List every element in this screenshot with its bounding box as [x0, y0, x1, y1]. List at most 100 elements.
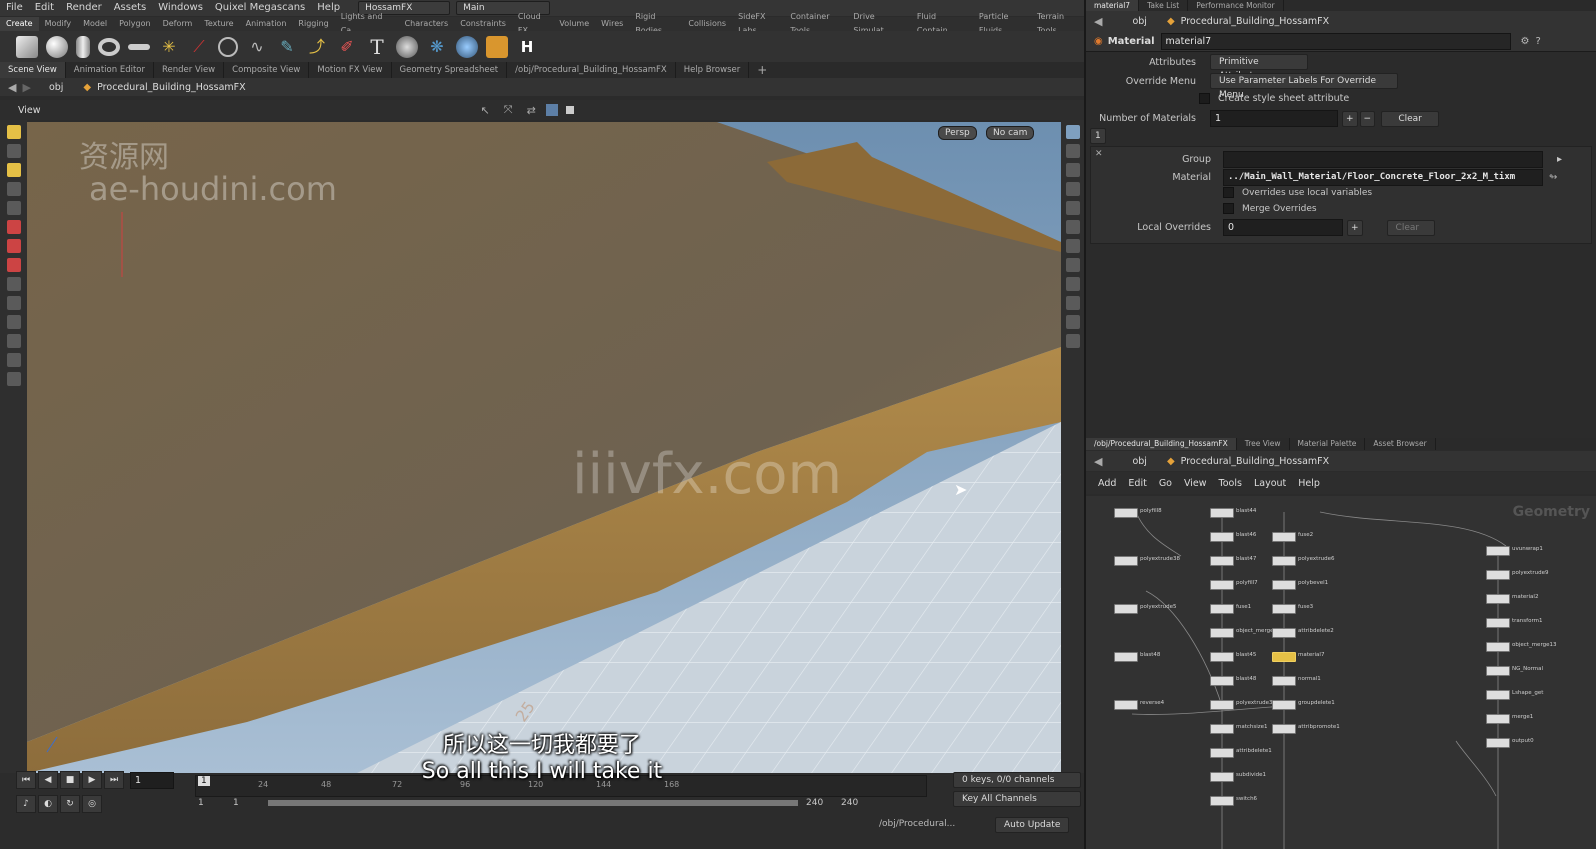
select-mode-icon[interactable]: ↖	[481, 104, 490, 117]
node-chooser-icon[interactable]: ↬	[1549, 172, 1557, 183]
shelf-tab[interactable]: Animation	[240, 17, 293, 31]
node-name-field[interactable]: material7	[1160, 32, 1511, 50]
remove-material-icon[interactable]: −	[1359, 110, 1376, 127]
network-node[interactable]	[1272, 556, 1296, 566]
network-node[interactable]	[1272, 652, 1296, 662]
network-node[interactable]	[1210, 772, 1234, 782]
torus-tool-icon[interactable]	[98, 37, 120, 56]
forward-arrow-icon[interactable]: ▶	[22, 81, 30, 94]
tab-parameters[interactable]: material7	[1086, 0, 1140, 11]
network-node[interactable]	[1486, 570, 1510, 580]
handle-tool-icon[interactable]	[6, 163, 21, 177]
grid-tool-icon[interactable]	[128, 43, 150, 50]
grid-snap-icon[interactable]	[6, 296, 21, 310]
transform-icon[interactable]: ⤧	[504, 103, 513, 117]
scene-viewport[interactable]: Persp No cam 25 资源网 ae-houdini.com iiivf…	[27, 122, 1061, 773]
group-field[interactable]	[1223, 151, 1543, 168]
network-node[interactable]	[1210, 652, 1234, 662]
attributes-dropdown[interactable]: Primitive Attributes	[1210, 54, 1308, 81]
network-node[interactable]	[1272, 628, 1296, 638]
display-options-icon[interactable]	[1065, 125, 1080, 139]
network-node[interactable]	[1114, 604, 1138, 614]
lock-camera-icon[interactable]	[1065, 163, 1080, 177]
magnet-icon[interactable]	[6, 334, 21, 348]
point-display-icon[interactable]	[1065, 258, 1080, 272]
path-tool-icon[interactable]: ⤴	[306, 36, 328, 58]
shelf-tab[interactable]: Volume	[553, 17, 595, 31]
snapshot-icon[interactable]	[1065, 315, 1080, 329]
network-node[interactable]	[1114, 652, 1138, 662]
auto-update-button[interactable]: Auto Update	[995, 817, 1070, 833]
local-overrides-field[interactable]: 0	[1223, 219, 1343, 236]
network-menu-layout[interactable]: Layout	[1248, 478, 1292, 489]
view-tool-icon[interactable]	[6, 353, 21, 367]
network-path-root[interactable]: obj	[1126, 456, 1152, 467]
obj-path-label[interactable]: /obj/Procedural...	[879, 819, 955, 829]
tab-tree-view[interactable]: Tree View	[1237, 438, 1290, 450]
network-node[interactable]	[1486, 618, 1510, 628]
draw-curve-tool-icon[interactable]: ✎	[276, 36, 298, 58]
multiparm-tab[interactable]: 1	[1090, 128, 1106, 144]
tab-asset-browser[interactable]: Asset Browser	[1365, 438, 1436, 450]
shelf-tab[interactable]: Polygon	[113, 17, 156, 31]
tab-take-list[interactable]: Take List	[1139, 0, 1189, 11]
help-icon[interactable]: ?	[1536, 36, 1541, 47]
tab-geometry-spreadsheet[interactable]: Geometry Spreadsheet	[392, 62, 508, 78]
scale-icon[interactable]	[6, 258, 21, 272]
l-system-tool-icon[interactable]: ❋	[426, 36, 448, 58]
network-node[interactable]	[1114, 700, 1138, 710]
visibility-icon[interactable]	[1065, 144, 1080, 158]
back-arrow-icon[interactable]: ◀	[1094, 455, 1102, 468]
override-menu-dropdown[interactable]: Use Parameter Labels For Override Menu	[1210, 73, 1398, 100]
material-path-field[interactable]: ../Main_Wall_Material/Floor_Concrete_Flo…	[1223, 169, 1543, 186]
tab-composite-view[interactable]: Composite View	[224, 62, 310, 78]
network-node[interactable]	[1114, 556, 1138, 566]
network-menu-go[interactable]: Go	[1153, 478, 1178, 489]
curve-tool-icon[interactable]: ∿	[246, 36, 268, 58]
network-node[interactable]	[1486, 666, 1510, 676]
network-node[interactable]	[1210, 748, 1234, 758]
display-mode-icon[interactable]	[545, 104, 558, 116]
range-end-2[interactable]: 240	[841, 798, 858, 808]
shelf-tab[interactable]: Constraints	[454, 17, 512, 31]
network-node[interactable]	[1486, 714, 1510, 724]
tab-motion-fx-view[interactable]: Motion FX View	[309, 62, 392, 78]
tab-render-view[interactable]: Render View	[154, 62, 225, 78]
snap-icon[interactable]	[6, 277, 21, 291]
network-node[interactable]	[1486, 546, 1510, 556]
rotate-icon[interactable]	[6, 239, 21, 253]
network-node[interactable]	[1272, 700, 1296, 710]
clear-button[interactable]: Clear	[1381, 110, 1440, 127]
network-node[interactable]	[1210, 724, 1234, 734]
tab-help-browser[interactable]: Help Browser	[676, 62, 750, 78]
null-tool-icon[interactable]: ✳	[158, 36, 180, 58]
network-node[interactable]	[1210, 700, 1234, 710]
realtime-icon[interactable]: ◐	[38, 795, 58, 813]
key-all-channels-button[interactable]: Key All Channels	[953, 791, 1081, 807]
camera-tool-icon[interactable]	[6, 372, 21, 386]
num-materials-field[interactable]: 1	[1210, 110, 1338, 127]
network-node[interactable]	[1210, 604, 1234, 614]
swap-icon[interactable]: ⇄	[527, 104, 536, 117]
gear-icon[interactable]: ⚙	[1521, 36, 1530, 47]
add-override-icon[interactable]: +	[1347, 219, 1363, 236]
network-menu-tools[interactable]: Tools	[1213, 478, 1248, 489]
menu-edit[interactable]: Edit	[29, 0, 60, 16]
network-node[interactable]	[1272, 580, 1296, 590]
group-select-arrow-icon[interactable]: ▸	[1557, 154, 1562, 165]
network-menu-edit[interactable]: Edit	[1122, 478, 1152, 489]
flipbook-icon[interactable]	[1065, 334, 1080, 348]
translate-icon[interactable]	[6, 220, 21, 234]
range-start-2[interactable]: 1	[233, 798, 239, 808]
node-network[interactable]: Geometry polyfill8 polyextrude38 polyextru…	[1086, 496, 1596, 849]
network-node[interactable]	[1486, 594, 1510, 604]
normal-display-icon[interactable]	[1065, 277, 1080, 291]
pose-tool-icon[interactable]	[6, 182, 21, 196]
shelf-tab[interactable]: Characters	[399, 17, 455, 31]
network-node[interactable]	[1210, 628, 1234, 638]
houdini-logo-icon[interactable]: H	[516, 36, 538, 58]
range-start[interactable]: 1	[198, 798, 204, 808]
fps-icon[interactable]: ◎	[82, 795, 102, 813]
network-node[interactable]	[1272, 532, 1296, 542]
ghost-icon[interactable]	[1065, 182, 1080, 196]
